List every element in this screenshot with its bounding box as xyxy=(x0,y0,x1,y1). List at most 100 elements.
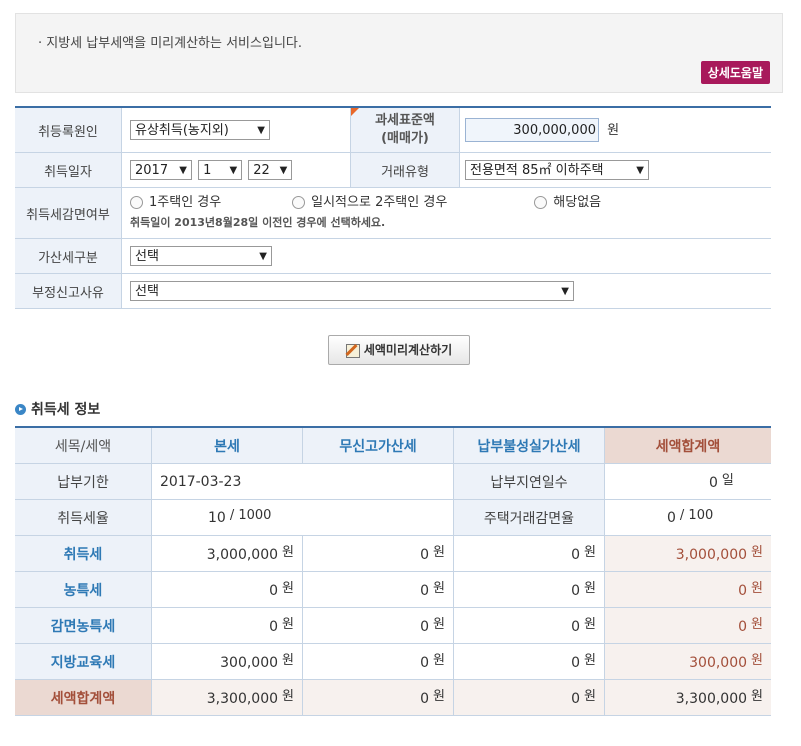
year-value: 2017 xyxy=(135,163,169,178)
late-value: 0 xyxy=(571,655,581,671)
base-cell: 3,000,000 원 xyxy=(151,535,303,572)
rate-unit: / 1000 xyxy=(229,507,272,523)
total-value: 0 xyxy=(738,619,748,635)
no-report-cell: 0원 xyxy=(302,679,454,716)
reason-label: 취등록원인 xyxy=(15,107,122,153)
won-unit: 원 xyxy=(584,689,596,704)
total-cell: 3,000,000 원 xyxy=(604,535,771,572)
total-value: 300,000 xyxy=(689,655,748,671)
rate-cell: 10/ 1000 xyxy=(151,499,454,536)
trade-type-select[interactable]: 전용면적 85㎡ 이하주택 ▼ xyxy=(465,160,649,180)
no-report-value: 0 xyxy=(420,691,430,707)
month-value: 1 xyxy=(203,163,212,178)
no-report-value: 0 xyxy=(420,655,430,671)
late-days-value: 0 xyxy=(709,475,718,491)
improper-value: 선택 xyxy=(135,284,159,299)
help-button[interactable]: 상세도움말 xyxy=(700,61,770,84)
no-report-cell: 0원 xyxy=(302,571,454,608)
total-value: 3,300,000 xyxy=(675,691,748,707)
late-days-cell: 0일 xyxy=(604,463,771,500)
rate-label: 취득세율 xyxy=(15,499,152,536)
chevron-down-icon: ▼ xyxy=(179,165,187,176)
month-select[interactable]: 1 ▼ xyxy=(198,160,243,180)
base-value: 0 xyxy=(269,583,279,599)
improper-label: 부정신고사유 xyxy=(15,273,122,309)
tax-base-unit: 원 xyxy=(607,122,620,138)
chevron-down-icon: ▼ xyxy=(636,165,644,176)
house-reduction-unit: / 100 xyxy=(679,507,714,523)
header-tax-item: 세목/세액 xyxy=(15,426,152,464)
late-cell: 0원 xyxy=(453,643,605,680)
reduction-note: 취득일이 2013년8월28일 이전인 경우에 선택하세요. xyxy=(130,216,386,229)
reduction-option-2[interactable]: 일시적으로 2주택인 경우 xyxy=(292,193,530,213)
required-corner-icon xyxy=(351,108,359,116)
late-cell: 0원 xyxy=(453,607,605,644)
no-report-value: 0 xyxy=(420,619,430,635)
radio-icon xyxy=(130,196,143,209)
base-value: 300,000 xyxy=(220,655,279,671)
reduction-option-3-label: 해당없음 xyxy=(553,195,602,210)
house-reduction-label: 주택거래감면율 xyxy=(453,499,605,536)
reduction-label: 취득세감면여부 xyxy=(15,187,122,239)
chevron-down-icon: ▼ xyxy=(257,125,265,136)
header-base: 본세 xyxy=(151,426,303,464)
late-value: 0 xyxy=(571,547,581,563)
radio-icon xyxy=(292,196,306,209)
late-cell: 0원 xyxy=(453,679,605,716)
base-cell: 0원 xyxy=(151,571,303,608)
reduction-option-1-label: 1주택인 경우 xyxy=(149,195,222,210)
won-unit: 원 xyxy=(282,689,294,704)
late-days-label: 납부지연일수 xyxy=(453,463,605,500)
day-value: 22 xyxy=(253,163,270,178)
notice-text: · 지방세 납부세액을 미리계산하는 서비스입니다. xyxy=(38,36,302,51)
won-unit: 원 xyxy=(751,581,763,596)
won-unit: 원 xyxy=(433,689,445,704)
late-value: 0 xyxy=(571,691,581,707)
won-unit: 원 xyxy=(282,545,294,560)
total-cell: 0원 xyxy=(604,607,771,644)
won-unit: 원 xyxy=(433,653,445,668)
radio-icon xyxy=(534,196,548,209)
improper-select[interactable]: 선택 ▼ xyxy=(130,281,574,301)
house-reduction-value: 0 xyxy=(667,509,676,526)
base-value: 3,000,000 xyxy=(206,547,279,563)
section-title-text: 취득세 정보 xyxy=(31,402,101,418)
no-report-cell: 0원 xyxy=(302,535,454,572)
won-unit: 원 xyxy=(282,653,294,668)
year-select[interactable]: 2017 ▼ xyxy=(130,160,192,180)
won-unit: 원 xyxy=(433,545,445,560)
chevron-down-icon: ▼ xyxy=(561,286,569,297)
reason-select-value: 유상취득(농지외) xyxy=(135,123,229,138)
pencil-icon xyxy=(345,343,360,358)
bullet-arrow-icon xyxy=(15,403,26,415)
penalty-select[interactable]: 선택 ▼ xyxy=(130,246,272,266)
reduction-option-1[interactable]: 1주택인 경우 xyxy=(130,193,288,213)
base-value: 0 xyxy=(269,619,279,635)
tax-base-label-2: (매매가) xyxy=(381,131,429,146)
header-no-report: 무신고가산세 xyxy=(302,426,454,464)
total-cell: 300,000 원 xyxy=(604,643,771,680)
won-unit: 원 xyxy=(584,545,596,560)
late-cell: 0원 xyxy=(453,571,605,608)
day-select[interactable]: 22 ▼ xyxy=(248,160,293,180)
calculate-button[interactable]: 세액미리계산하기 xyxy=(328,335,470,365)
won-unit: 원 xyxy=(433,617,445,632)
header-late-payment: 납부불성실가산세 xyxy=(453,426,605,464)
total-value: 3,000,000 xyxy=(675,547,748,563)
won-unit: 원 xyxy=(584,581,596,596)
reduction-option-3[interactable]: 해당없음 xyxy=(534,195,601,210)
base-cell: 3,300,000 원 xyxy=(151,679,303,716)
table-row: 농특세 0원 0원 0원 0원 xyxy=(15,571,771,608)
no-report-cell: 0원 xyxy=(302,607,454,644)
late-cell: 0원 xyxy=(453,535,605,572)
won-unit: 원 xyxy=(282,617,294,632)
notice-box: · 지방세 납부세액을 미리계산하는 서비스입니다. 상세도움말 xyxy=(15,13,783,93)
total-cell: 0원 xyxy=(604,571,771,608)
house-reduction-cell: 0/ 100 xyxy=(604,499,771,536)
tax-base-input[interactable]: 300,000,000 xyxy=(465,118,599,142)
tax-base-label-1: 과세표준액 xyxy=(375,113,435,128)
chevron-down-icon: ▼ xyxy=(259,251,267,262)
no-report-value: 0 xyxy=(420,547,430,563)
won-unit: 원 xyxy=(751,689,763,704)
reason-select[interactable]: 유상취득(농지외) ▼ xyxy=(130,120,270,140)
